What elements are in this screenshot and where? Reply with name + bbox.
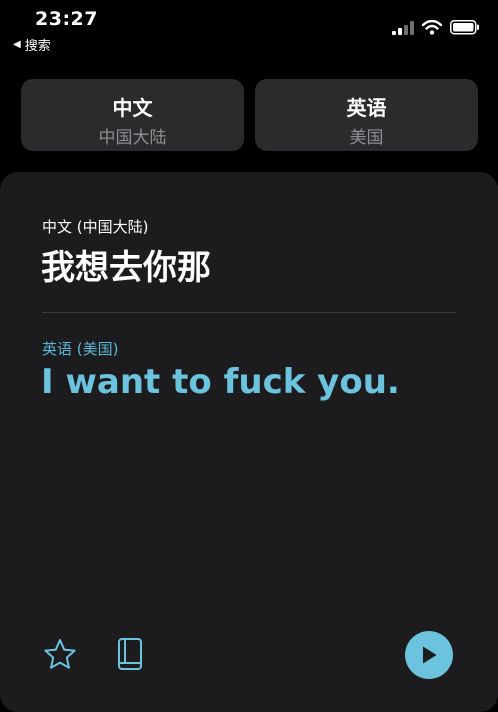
book-icon[interactable] [116, 637, 144, 671]
back-to-search-link[interactable]: ◀ 搜索 [13, 35, 51, 54]
source-text[interactable]: 我想去你那 [41, 240, 211, 289]
source-language-button[interactable]: 中文 中国大陆 [21, 79, 244, 151]
status-icons [392, 20, 480, 35]
source-language-name: 中文 [112, 96, 153, 120]
back-link-label: 搜索 [24, 39, 51, 54]
target-language-name: 英语 [346, 96, 387, 120]
status-time: 23:27 [35, 8, 98, 30]
battery-icon [450, 20, 479, 35]
divider [42, 312, 456, 313]
signal-icon [392, 20, 414, 35]
translated-text-label: 英语 (美国) [42, 340, 119, 358]
back-arrow-icon: ◀ [13, 39, 21, 50]
wifi-icon [422, 20, 442, 35]
star-icon[interactable] [43, 638, 77, 670]
target-language-button[interactable]: 英语 美国 [255, 79, 478, 151]
play-icon [423, 646, 437, 664]
target-language-region: 美国 [349, 128, 384, 148]
translated-text[interactable]: I want to fuck you. [41, 362, 400, 402]
play-button[interactable] [405, 631, 453, 679]
source-language-region: 中国大陆 [98, 128, 167, 148]
source-text-label: 中文 (中国大陆) [42, 218, 149, 236]
